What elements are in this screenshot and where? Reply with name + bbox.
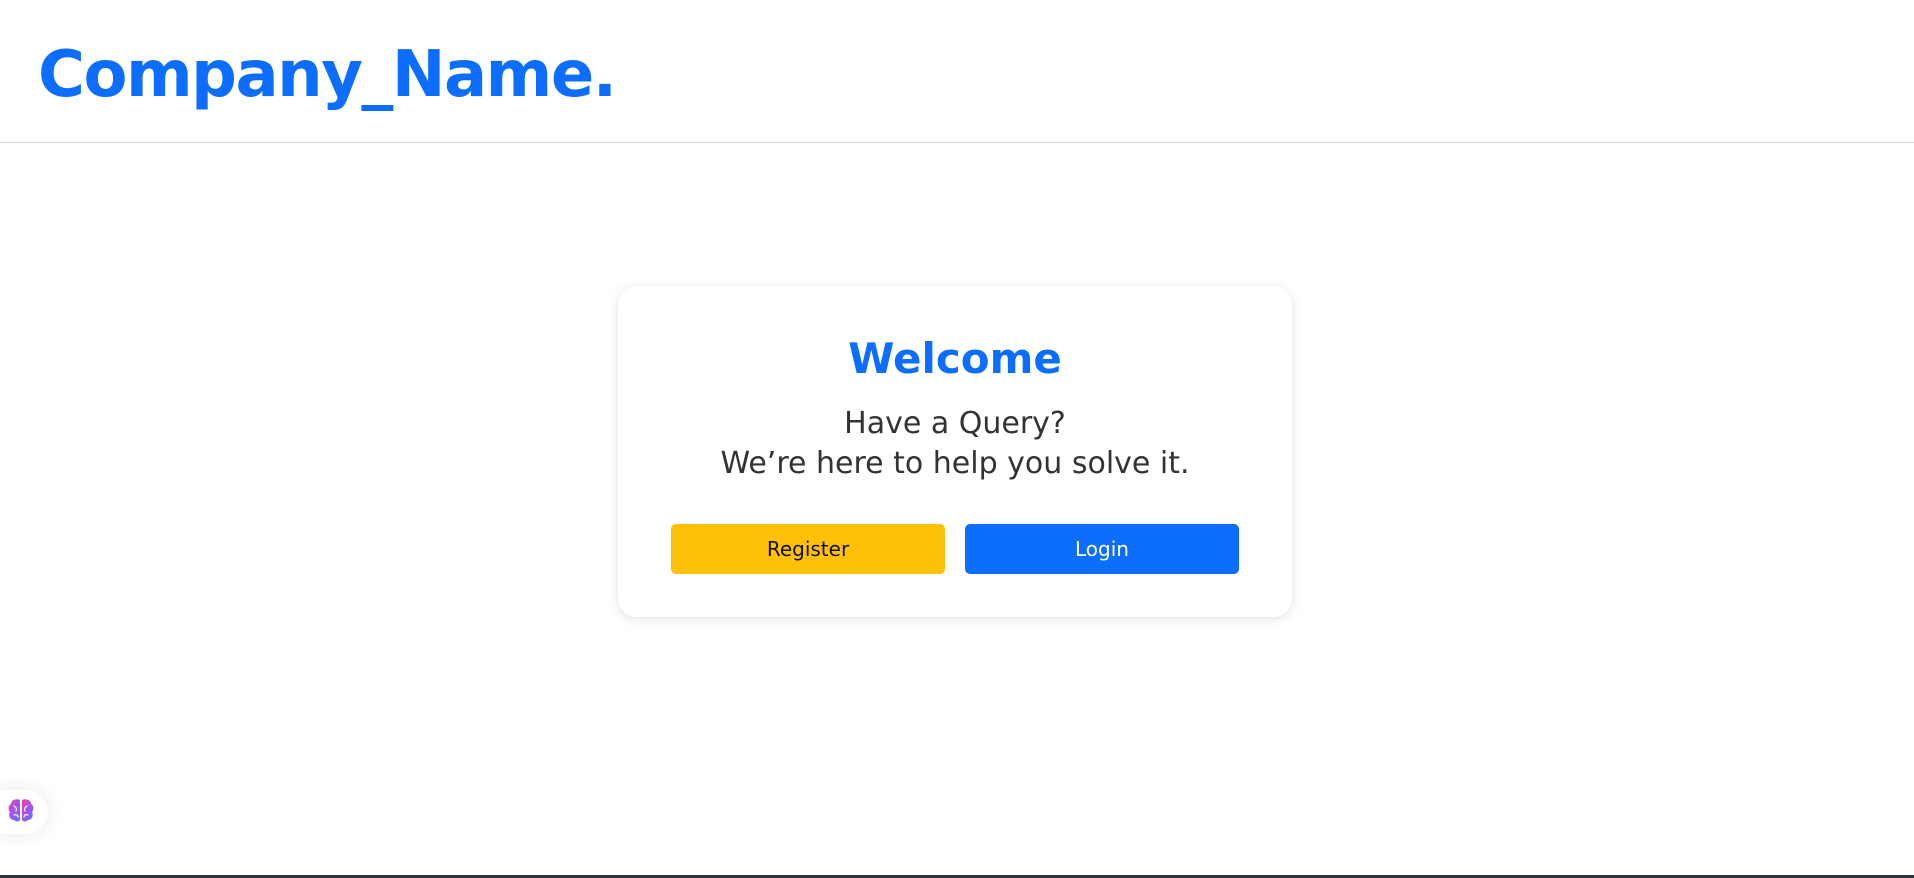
- brand-logo-text[interactable]: Company_Name.: [38, 34, 617, 116]
- card-subtitle: Have a Query? We’re here to help you sol…: [618, 404, 1292, 484]
- brain-icon: [7, 797, 35, 828]
- card-title: Welcome: [848, 334, 1062, 383]
- register-button[interactable]: Register: [671, 524, 945, 574]
- subtitle-line-2: We’re here to help you solve it.: [720, 446, 1190, 481]
- action-buttons: Register Login: [671, 524, 1239, 574]
- subtitle-line-1: Have a Query?: [844, 406, 1066, 441]
- welcome-card: Welcome Have a Query? We’re here to help…: [618, 286, 1292, 617]
- page: Company_Name. Welcome Have a Query? We’r…: [0, 0, 1914, 878]
- login-button[interactable]: Login: [965, 524, 1239, 574]
- top-header: Company_Name.: [0, 0, 1914, 143]
- assistant-launcher-button[interactable]: [0, 790, 48, 834]
